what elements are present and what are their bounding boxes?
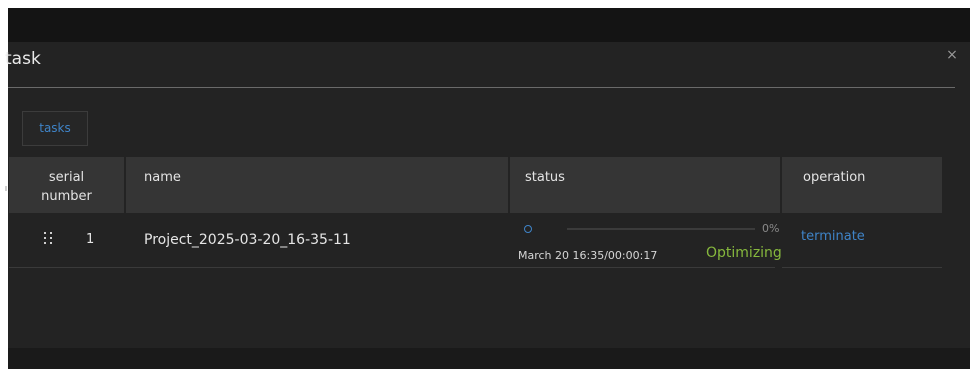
dialog-footer [8,348,970,369]
column-header-name: name [126,157,508,213]
row-divider [9,267,775,268]
title-divider [8,87,955,88]
progress-percent: 0% [762,222,780,235]
terminate-link[interactable]: terminate [801,229,865,245]
left-edge-marker [5,186,7,191]
row-task-name: Project_2025-03-20_16-35-11 [144,232,351,248]
table-row [9,215,784,268]
column-header-serial-number: serial number [9,157,124,213]
row-divider-operation [782,267,942,268]
column-header-status: status [510,157,780,213]
dialog-title: task [5,49,41,69]
tab-tasks[interactable]: tasks [22,111,88,146]
dialog-top-band [8,8,970,42]
row-serial-number: 1 [86,232,95,247]
row-status: Optimizing [706,245,782,261]
drag-handle-icon[interactable] [44,232,54,246]
progress-bar [567,228,755,230]
progress-dot-icon [524,225,532,233]
column-header-serial-label: serial number [41,170,92,204]
close-icon[interactable]: × [945,48,959,62]
row-time: March 20 16:35/00:00:17 [518,249,658,262]
column-header-operation: operation [782,157,942,213]
